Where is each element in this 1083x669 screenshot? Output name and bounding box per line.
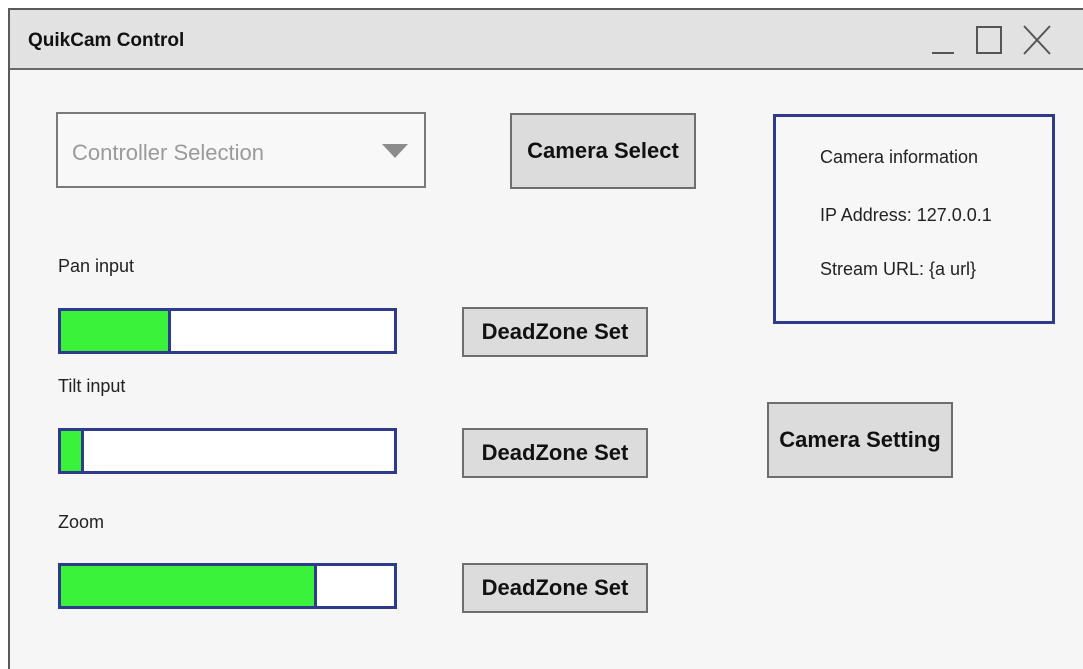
pan-input-fill	[61, 311, 171, 351]
camera-setting-button[interactable]: Camera Setting	[767, 402, 953, 478]
zoom-label: Zoom	[58, 512, 105, 532]
title-bar: QuikCam Control	[10, 10, 1083, 70]
pan-input-label: Pan input	[58, 256, 135, 276]
controller-selection-placeholder: Controller Selection	[72, 140, 264, 165]
minimize-icon[interactable]	[924, 20, 964, 60]
window-title: QuikCam Control	[28, 30, 185, 51]
dropdown-arrow-icon	[382, 144, 408, 158]
zoom-bar	[58, 563, 397, 609]
close-icon[interactable]	[1018, 20, 1058, 60]
tilt-input-label: Tilt input	[58, 376, 126, 396]
controller-selection-dropdown[interactable]: Controller Selection	[56, 112, 426, 188]
app-window: QuikCam Control Controller Selection Cam…	[8, 8, 1083, 669]
zoom-fill	[61, 566, 318, 606]
pan-input-bar	[58, 308, 397, 354]
camera-select-button[interactable]: Camera Select	[510, 113, 696, 189]
camera-info-heading: Camera information	[820, 147, 979, 167]
zoom-deadzone-set-button[interactable]: DeadZone Set	[462, 563, 648, 613]
tilt-deadzone-set-button[interactable]: DeadZone Set	[462, 428, 648, 478]
camera-ip-address: IP Address: 127.0.0.1	[820, 205, 992, 225]
maximize-icon[interactable]	[972, 20, 1012, 60]
camera-information-panel: Camera information IP Address: 127.0.0.1…	[773, 114, 1055, 324]
tilt-input-bar	[58, 428, 397, 474]
pan-deadzone-set-button[interactable]: DeadZone Set	[462, 307, 648, 357]
camera-stream-url: Stream URL: {a url}	[820, 259, 977, 279]
tilt-input-fill	[61, 431, 85, 471]
